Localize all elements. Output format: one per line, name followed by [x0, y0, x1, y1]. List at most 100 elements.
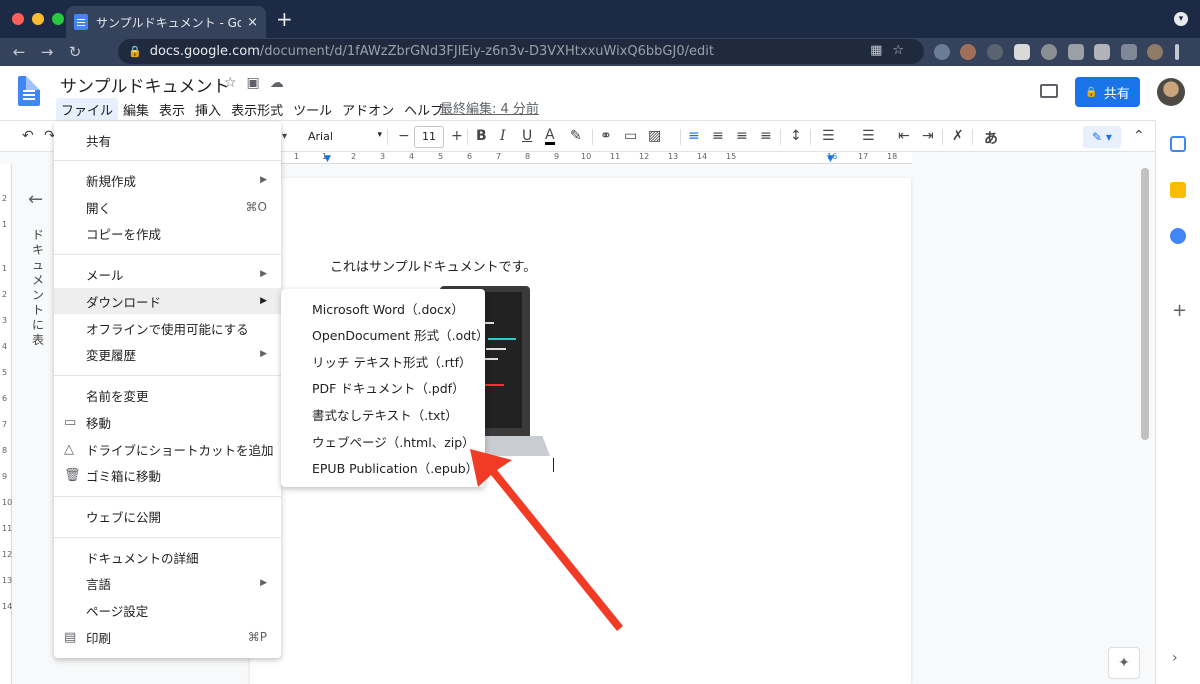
new-tab-button[interactable]: +	[276, 9, 293, 29]
reload-icon[interactable]: ↻	[62, 43, 88, 61]
menu-tools[interactable]: ツール	[288, 98, 337, 121]
tab-close-icon[interactable]: ×	[247, 15, 258, 30]
puzzle-icon[interactable]	[1121, 44, 1137, 60]
docs-logo-icon[interactable]	[18, 76, 40, 106]
address-bar[interactable]: 🔒 docs.google.com /document/d/1fAWzZbrGN…	[118, 39, 924, 64]
image-icon[interactable]: ▨	[648, 128, 661, 144]
avatar[interactable]	[1157, 78, 1185, 106]
decrease-font-icon[interactable]: −	[398, 128, 410, 144]
menu-item-offline[interactable]: オフラインで使用可能にする	[54, 315, 281, 341]
link-icon[interactable]: ⚭	[600, 128, 612, 144]
align-justify-icon[interactable]: ≡	[760, 128, 772, 144]
chevron-right-icon[interactable]: ›	[1172, 650, 1178, 666]
align-left-icon[interactable]: ≡	[688, 128, 700, 144]
calendar-icon[interactable]	[1170, 136, 1186, 152]
add-addon-icon[interactable]: +	[1172, 300, 1187, 321]
menu-item-rename[interactable]: 名前を変更	[54, 382, 281, 408]
menu-edit[interactable]: 編集	[118, 98, 154, 121]
document-body-text[interactable]: これはサンプルドキュメントです。	[330, 256, 536, 275]
menu-item-make-copy[interactable]: コピーを作成	[54, 220, 281, 246]
italic-icon[interactable]: I	[500, 128, 506, 144]
font-select[interactable]: Arial ▾	[302, 127, 382, 147]
menu-format[interactable]: 表示形式	[226, 98, 288, 121]
browser-tab-active[interactable]: サンプルドキュメント - Google Docs ×	[66, 6, 266, 38]
menu-item-new[interactable]: 新規作成 ▶	[54, 167, 281, 193]
increase-font-icon[interactable]: +	[451, 128, 463, 144]
minimize-window-button[interactable]	[32, 13, 44, 25]
download-pdf[interactable]: PDF ドキュメント（.pdf）	[281, 374, 485, 400]
collapse-toolbar-icon[interactable]: ⌃	[1133, 128, 1145, 144]
line-spacing-icon[interactable]: ↕	[790, 128, 802, 144]
profile-avatar[interactable]	[1147, 44, 1163, 60]
bold-icon[interactable]: B	[476, 128, 487, 144]
download-epub[interactable]: EPUB Publication（.epub）	[281, 454, 485, 480]
input-tools-button[interactable]: あ	[984, 128, 998, 148]
menu-item-page-setup[interactable]: ページ設定	[54, 597, 281, 623]
increase-indent-icon[interactable]: ⇥	[922, 128, 934, 144]
comment-icon[interactable]: ▭	[624, 128, 637, 144]
menu-insert[interactable]: 挿入	[190, 98, 226, 121]
last-edit-link[interactable]: 最終編集: 4 分前	[440, 98, 539, 117]
menu-item-move[interactable]: ▭ 移動	[54, 409, 281, 435]
extension-icon[interactable]	[934, 44, 950, 60]
menu-item-add-shortcut[interactable]: △ ドライブにショートカットを追加	[54, 436, 281, 462]
indent-marker-icon[interactable]: ▼	[324, 154, 331, 164]
download-rtf[interactable]: リッチ テキスト形式（.rtf）	[281, 348, 485, 374]
undo-icon[interactable]: ↶	[22, 128, 34, 144]
bookmark-star-icon[interactable]: ▦☆	[870, 43, 914, 58]
editing-mode-button[interactable]: ✎ ▾	[1083, 126, 1121, 148]
forward-icon[interactable]: →	[34, 43, 60, 61]
menu-item-trash[interactable]: 🗑 ゴミ箱に移動	[54, 462, 281, 488]
star-icon[interactable]: ☆▣☁	[224, 75, 294, 91]
menu-item-share[interactable]: 共有	[54, 127, 281, 153]
download-odt[interactable]: OpenDocument 形式（.odt）	[281, 321, 489, 347]
extension-icon[interactable]	[1014, 44, 1030, 60]
bulleted-list-icon[interactable]: ☰	[862, 128, 875, 144]
share-label: 共有	[1103, 86, 1130, 102]
menu-view[interactable]: 表示	[154, 98, 190, 121]
right-indent-marker-icon[interactable]: ▼	[827, 154, 834, 164]
document-title[interactable]: サンプルドキュメント	[60, 72, 230, 97]
back-icon[interactable]: ←	[6, 43, 32, 61]
menu-addons[interactable]: アドオン	[337, 98, 399, 121]
menu-item-language[interactable]: 言語 ▶	[54, 570, 281, 596]
explore-button[interactable]: ✦	[1108, 647, 1140, 679]
extension-icon[interactable]	[1094, 44, 1110, 60]
download-html[interactable]: ウェブページ（.html、zip）	[281, 428, 485, 454]
decrease-indent-icon[interactable]: ⇤	[898, 128, 910, 144]
clear-formatting-icon[interactable]: ✗	[952, 128, 964, 144]
text-color-icon[interactable]: A	[545, 128, 555, 145]
tab-search-icon[interactable]: ▾	[1174, 12, 1188, 26]
highlight-icon[interactable]: ✎	[570, 128, 582, 144]
align-center-icon[interactable]: ≡	[712, 128, 724, 144]
keep-icon[interactable]	[1170, 182, 1186, 198]
extension-icon[interactable]	[960, 44, 976, 60]
zoom-dropdown-icon[interactable]: ▾	[282, 131, 287, 142]
menu-item-publish[interactable]: ウェブに公開	[54, 503, 281, 529]
menu-item-download[interactable]: ダウンロード ▶	[54, 288, 281, 314]
menu-item-open[interactable]: 開く ⌘O	[54, 194, 281, 220]
align-right-icon[interactable]: ≡	[736, 128, 748, 144]
ruler-tick: 18	[887, 152, 898, 161]
download-txt[interactable]: 書式なしテキスト（.txt）	[281, 401, 485, 427]
numbered-list-icon[interactable]: ☰	[822, 128, 835, 144]
underline-icon[interactable]: U	[522, 128, 532, 144]
menu-item-print[interactable]: ▤ 印刷 ⌘P	[54, 624, 281, 650]
menu-item-version-history[interactable]: 変更履歴 ▶	[54, 341, 281, 367]
menu-item-details[interactable]: ドキュメントの詳細	[54, 544, 281, 570]
menu-item-email[interactable]: メール ▶	[54, 261, 281, 287]
font-size-input[interactable]: 11	[414, 126, 444, 148]
share-button[interactable]: 🔒 共有	[1075, 77, 1140, 107]
maximize-window-button[interactable]	[52, 13, 64, 25]
more-icon[interactable]	[1175, 44, 1179, 60]
extension-icon[interactable]	[987, 44, 1003, 60]
menu-file[interactable]: ファイル	[56, 98, 119, 121]
back-arrow-icon[interactable]: ←	[28, 189, 43, 210]
comments-icon[interactable]	[1040, 84, 1058, 98]
close-window-button[interactable]	[12, 13, 24, 25]
extension-icon[interactable]	[1041, 44, 1057, 60]
tasks-icon[interactable]	[1170, 228, 1186, 244]
scrollbar[interactable]	[1141, 168, 1149, 440]
download-docx[interactable]: Microsoft Word（.docx）	[281, 295, 485, 321]
extension-icon[interactable]	[1068, 44, 1084, 60]
